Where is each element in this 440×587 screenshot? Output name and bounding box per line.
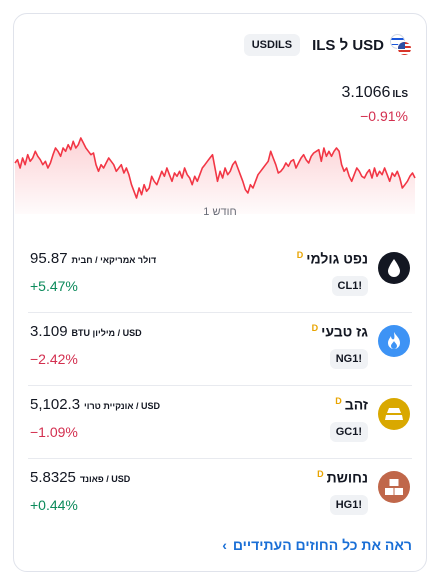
flame-icon [378, 325, 410, 357]
futures-row-gold[interactable]: זהבD GC1! 5,102.3 USD / אונקיית טרוי −1.0… [28, 386, 412, 459]
futures-value: 3.109 USD / מיליון BTU [30, 323, 142, 340]
futures-change: +5.47% [30, 278, 78, 294]
chart-area [15, 138, 415, 214]
chevron-icon: › [222, 537, 227, 553]
see-all-futures-link[interactable]: ראה את כל החוזים העתידיים › [222, 537, 412, 553]
price-chart[interactable] [14, 132, 426, 214]
futures-code[interactable]: CL1! [331, 276, 368, 296]
price-change: −0.91% [360, 108, 408, 124]
futures-widget: USD ל ILS USDILS 3.1066 ILS −0.91% חודש 1… [13, 13, 427, 572]
futures-name[interactable]: נחושתD [317, 469, 368, 486]
futures-list: נפט גולמיD CL1! 95.87 דולר אמריקאי / חבית… [14, 240, 426, 531]
futures-value: 5,102.3 USD / אונקיית טרוי [30, 396, 161, 413]
symbol-badge[interactable]: USDILS [243, 34, 301, 56]
futures-code[interactable]: GC1! [329, 422, 368, 442]
delay-marker: D [317, 469, 324, 479]
futures-name[interactable]: זהבD [335, 396, 368, 413]
currency-flags-icon [390, 34, 412, 56]
current-price: 3.1066 ILS [342, 84, 409, 102]
futures-code[interactable]: NG1! [329, 349, 368, 369]
futures-code[interactable]: HG1! [329, 495, 368, 515]
price-unit: ILS [392, 89, 408, 100]
oil-drop-icon [378, 252, 410, 284]
futures-value: 5.8325 USD / פאונד [30, 469, 131, 486]
delay-marker: D [296, 250, 304, 260]
futures-row-natural-gas[interactable]: גז טבעיD NG1! 3.109 USD / מיליון BTU −2.4… [28, 313, 412, 386]
delay-marker: D [311, 323, 319, 333]
pair-header[interactable]: USD ל ILS USDILS [243, 34, 412, 56]
futures-value: 95.87 דולר אמריקאי / חבית [30, 250, 157, 267]
futures-name[interactable]: גז טבעיD [312, 323, 368, 340]
us-flag-icon [397, 41, 412, 56]
futures-change: −2.42% [30, 351, 78, 367]
copper-bars-icon [378, 471, 410, 503]
pair-title[interactable]: USD ל ILS [312, 37, 384, 54]
futures-name[interactable]: נפט גולמיD [297, 250, 368, 267]
futures-row-copper[interactable]: נחושתD HG1! 5.8325 USD / פאונד +0.44% [28, 459, 412, 531]
chart-period-label: חודש 1 [203, 206, 237, 218]
price-value: 3.1066 [341, 84, 391, 101]
futures-change: −1.09% [30, 424, 78, 440]
delay-marker: D [335, 396, 342, 406]
futures-row-crude-oil[interactable]: נפט גולמיD CL1! 95.87 דולר אמריקאי / חבית… [28, 240, 412, 313]
futures-change: +0.44% [30, 497, 78, 513]
gold-bars-icon [378, 398, 410, 430]
